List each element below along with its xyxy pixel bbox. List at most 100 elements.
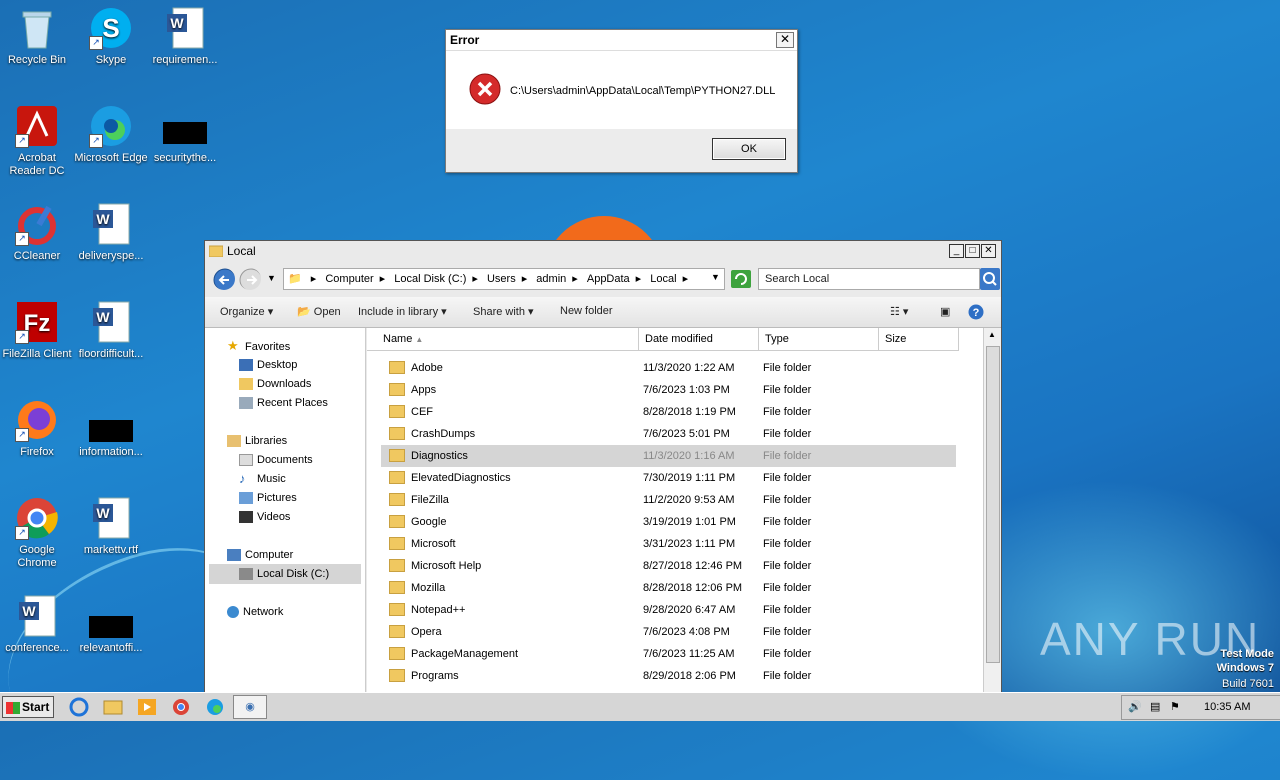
desktop-icon-ccleaner[interactable]: ↗ CCleaner xyxy=(0,202,74,263)
desktop-icon-chrome[interactable]: ↗ Google Chrome xyxy=(0,496,74,570)
windows-version-label: Windows 7 xyxy=(1216,662,1274,674)
vertical-scrollbar[interactable]: ▲ xyxy=(983,328,1001,693)
table-row[interactable]: CrashDumps 7/6/2023 5:01 PM File folder xyxy=(381,423,956,445)
preview-pane-icon[interactable]: ▣ xyxy=(940,305,950,318)
desktop-icon-relevantoffi[interactable]: relevantoffi... xyxy=(74,594,148,655)
desktop-icon-information[interactable]: information... xyxy=(74,398,148,459)
breadcrumb-item[interactable]: AppData xyxy=(587,269,630,289)
scrollbar-thumb[interactable] xyxy=(986,346,1000,663)
column-header-date[interactable]: Date modified xyxy=(639,328,759,350)
table-row[interactable]: Adobe 11/3/2020 1:22 AM File folder xyxy=(381,357,956,379)
nav-music[interactable]: ♪ Music xyxy=(239,472,286,485)
desktop-icon-firefox[interactable]: ↗ Firefox xyxy=(0,398,74,459)
table-row[interactable]: CEF 8/28/2018 1:19 PM File folder xyxy=(381,401,956,423)
breadcrumb-item[interactable]: admin xyxy=(536,269,566,289)
start-button[interactable]: Start xyxy=(2,696,54,718)
window-titlebar[interactable]: Local _ □ ✕ xyxy=(205,241,1001,261)
edge-taskbar-icon[interactable] xyxy=(204,697,226,717)
organize-label: Organize xyxy=(220,306,265,318)
breadcrumb-item[interactable]: Local xyxy=(650,269,676,289)
table-row[interactable]: Apps 7/6/2023 1:03 PM File folder xyxy=(381,379,956,401)
column-header-size[interactable]: Size xyxy=(879,328,959,350)
flag-icon[interactable]: ⚑ xyxy=(1170,700,1180,713)
search-icon[interactable] xyxy=(980,268,1000,290)
back-button[interactable] xyxy=(213,268,235,290)
nav-libraries[interactable]: Libraries xyxy=(227,435,287,448)
ie-icon[interactable] xyxy=(68,697,90,717)
breadcrumb[interactable]: 📁 ▸ Computer ▸ Local Disk (C:) ▸ Users ▸ ad… xyxy=(283,268,725,290)
address-dropdown-icon[interactable]: ▼ xyxy=(711,272,720,282)
desktop-icon-floordifficult[interactable]: W floordifficult... xyxy=(74,300,148,361)
desktop-icon-securitythe[interactable]: securitythe... xyxy=(148,104,222,165)
table-row[interactable]: FileZilla 11/2/2020 9:53 AM File folder xyxy=(381,489,956,511)
nav-local-disk[interactable]: Local Disk (C:) xyxy=(239,568,329,581)
desktop-icon-conference[interactable]: W conference... xyxy=(0,594,74,655)
forward-button[interactable] xyxy=(239,268,261,290)
media-player-icon[interactable] xyxy=(136,697,158,717)
desktop-icon-acrobat[interactable]: ↗ Acrobat Reader DC xyxy=(0,104,74,178)
nav-downloads[interactable]: Downloads xyxy=(239,378,311,391)
column-header-type[interactable]: Type xyxy=(759,328,879,350)
help-icon[interactable]: ? xyxy=(968,304,984,320)
desktop-icon-recycle-bin[interactable]: Recycle Bin xyxy=(0,6,74,67)
table-row[interactable]: Opera 7/6/2023 4:08 PM File folder xyxy=(381,621,956,643)
table-row[interactable]: Microsoft 3/31/2023 1:11 PM File folder xyxy=(381,533,956,555)
new-folder-button[interactable]: New folder xyxy=(560,305,613,317)
search-input[interactable]: Search Local xyxy=(758,268,980,290)
maximize-button[interactable]: □ xyxy=(965,244,980,258)
desktop-icon-requirements[interactable]: W requiremen... xyxy=(148,6,222,67)
search-placeholder: Search Local xyxy=(765,273,830,285)
table-row[interactable]: Notepad++ 9/28/2020 6:47 AM File folder xyxy=(381,599,956,621)
desktop-icon-deliveryspe[interactable]: W deliveryspe... xyxy=(74,202,148,263)
table-row[interactable]: Diagnostics 11/3/2020 1:16 AM File folder xyxy=(381,445,956,467)
nav-videos[interactable]: Videos xyxy=(239,511,290,524)
folder-icon xyxy=(389,580,405,594)
open-button[interactable]: 📂 Open xyxy=(297,305,341,318)
word-doc-icon: W xyxy=(89,202,133,246)
active-window-button[interactable]: ◉ xyxy=(233,695,267,719)
table-row[interactable]: Mozilla 8/28/2018 12:06 PM File folder xyxy=(381,577,956,599)
chrome-taskbar-icon[interactable] xyxy=(170,697,192,717)
nav-pictures[interactable]: Pictures xyxy=(239,492,297,505)
desktop-icon-label: relevantoffi... xyxy=(79,642,143,654)
view-options-icon[interactable]: ☷ ▾ xyxy=(890,305,908,318)
include-in-library-button[interactable]: Include in library ▾ xyxy=(358,305,447,318)
folder-icon: 📁 xyxy=(288,273,302,285)
column-header-name[interactable]: Name ▲ xyxy=(377,328,639,350)
chevron-down-icon[interactable]: ▼ xyxy=(267,273,276,283)
share-with-button[interactable]: Share with ▾ xyxy=(473,305,534,318)
desktop-icon-markettv[interactable]: W markettv.rtf xyxy=(74,496,148,557)
table-row[interactable]: Google 3/19/2019 1:01 PM File folder xyxy=(381,511,956,533)
nav-desktop[interactable]: Desktop xyxy=(239,359,297,372)
refresh-icon[interactable] xyxy=(731,270,751,288)
ok-button[interactable]: OK xyxy=(712,138,786,160)
table-row[interactable]: ElevatedDiagnostics 7/30/2019 1:11 PM File… xyxy=(381,467,956,489)
cell-date: 8/29/2018 2:06 PM xyxy=(643,670,736,682)
breadcrumb-item[interactable]: Users xyxy=(487,269,516,289)
scroll-up-icon[interactable]: ▲ xyxy=(986,330,998,342)
breadcrumb-item[interactable]: Local Disk (C:) xyxy=(394,269,466,289)
breadcrumb-item[interactable]: Computer xyxy=(325,269,373,289)
minimize-button[interactable]: _ xyxy=(949,244,964,258)
desktop-icon-skype[interactable]: S ↗ Skype xyxy=(74,6,148,67)
nav-computer[interactable]: Computer xyxy=(227,549,293,562)
dialog-close-button[interactable]: ✕ xyxy=(776,32,794,48)
window-close-button[interactable]: ✕ xyxy=(981,244,996,258)
volume-icon[interactable]: 🔊 xyxy=(1128,700,1142,713)
clock[interactable]: 10:35 AM xyxy=(1204,701,1250,713)
file-name: PackageManagement xyxy=(411,648,519,660)
desktop-icon-filezilla[interactable]: Fz ↗ FileZilla Client xyxy=(0,300,74,361)
network-tray-icon[interactable]: ▤ xyxy=(1150,700,1160,713)
nav-label: Music xyxy=(257,473,286,485)
nav-recent-places[interactable]: Recent Places xyxy=(239,397,328,410)
desktop-icon-edge[interactable]: ↗ Microsoft Edge xyxy=(74,104,148,165)
nav-documents[interactable]: Documents xyxy=(239,454,313,467)
explorer-taskbar-icon[interactable] xyxy=(102,697,124,717)
table-row[interactable]: Microsoft Help 8/27/2018 12:46 PM File fol… xyxy=(381,555,956,577)
skype-icon: S ↗ xyxy=(89,6,133,50)
table-row[interactable]: Programs 8/29/2018 2:06 PM File folder xyxy=(381,665,956,687)
table-row[interactable]: PackageManagement 7/6/2023 11:25 AM File f… xyxy=(381,643,956,665)
nav-favorites[interactable]: ★ Favorites xyxy=(227,339,290,354)
nav-network[interactable]: Network xyxy=(227,606,283,619)
organize-button[interactable]: Organize ▾ xyxy=(220,305,273,318)
